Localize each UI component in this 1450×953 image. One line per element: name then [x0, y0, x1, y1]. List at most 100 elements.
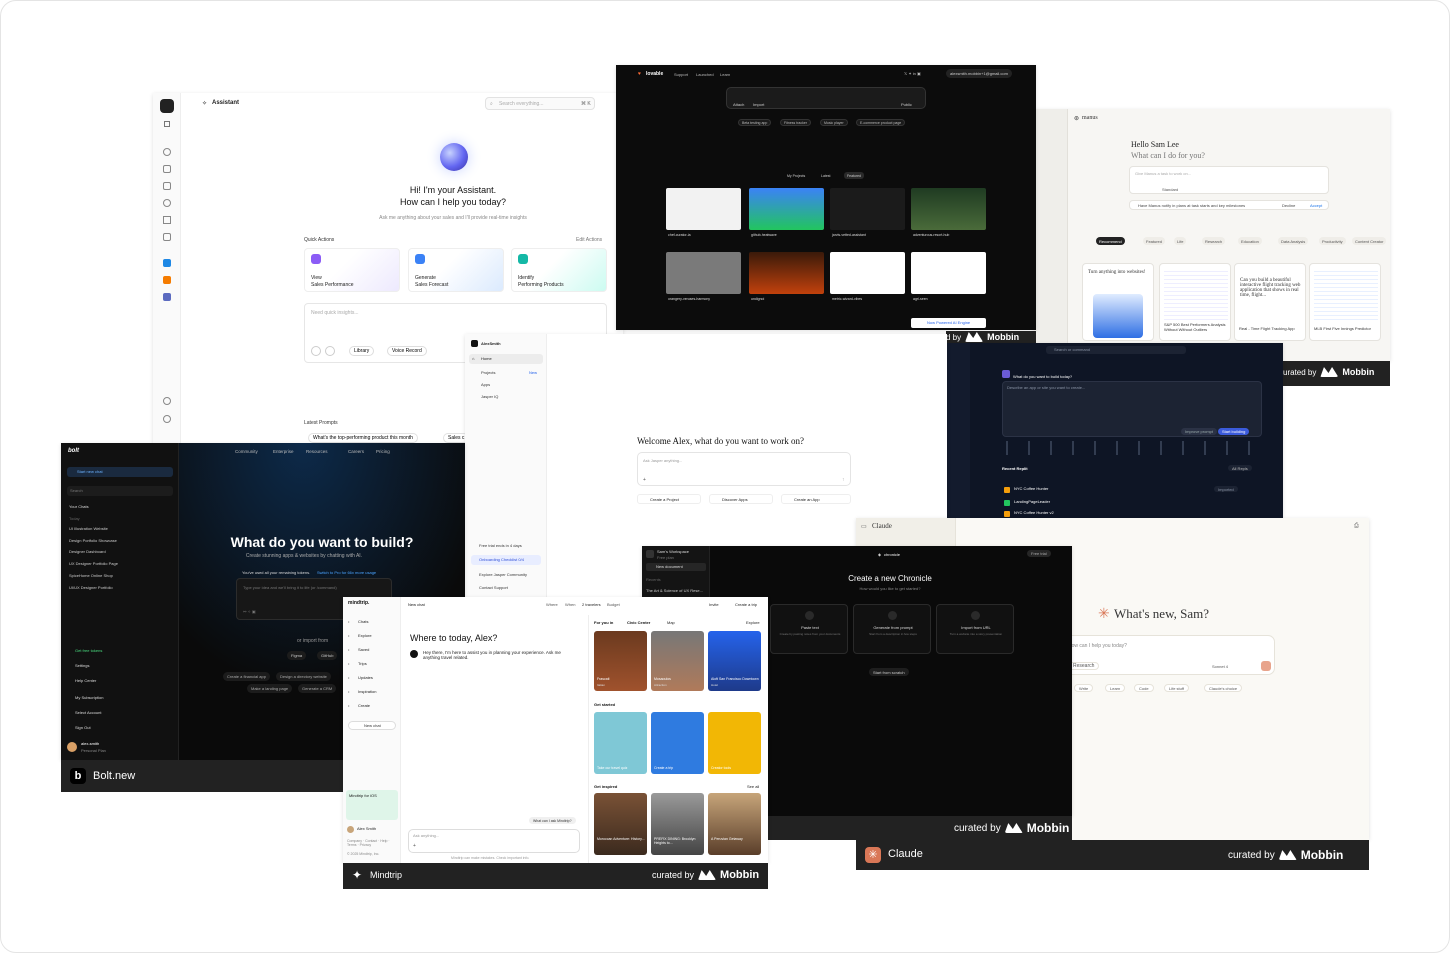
start-new-chat-button[interactable]: Start new chat: [67, 467, 173, 477]
when-filter[interactable]: When: [565, 602, 575, 607]
nav-icon[interactable]: [163, 148, 171, 156]
budget-filter[interactable]: Budget: [607, 602, 620, 607]
nav-item[interactable]: Updates: [358, 675, 373, 680]
start-from-scratch-button[interactable]: Start from scratch: [869, 668, 909, 676]
avatar[interactable]: [347, 826, 354, 833]
quick-action-card[interactable]: Generate Sales Forecast: [408, 248, 504, 292]
top-nav-link[interactable]: Community: [235, 449, 258, 454]
project-tab[interactable]: My Projects: [784, 172, 808, 179]
suggestion-chip[interactable]: E-commerce product page: [856, 119, 906, 126]
nav-icon[interactable]: [163, 216, 171, 224]
discover-apps-button[interactable]: Discover Apps: [709, 494, 773, 504]
inspiration-card[interactable]: Moroccan Adventure: History...: [594, 793, 647, 855]
workspace-name[interactable]: Sam's Workspace: [657, 549, 689, 554]
github-import-button[interactable]: GitHub: [317, 651, 338, 660]
free-trial-badge[interactable]: Free trial: [1027, 550, 1051, 557]
globe-icon[interactable]: [325, 346, 335, 356]
public-toggle[interactable]: Public: [901, 102, 912, 107]
repl-item[interactable]: LandingPageLeader: [1002, 498, 1262, 508]
accept-button[interactable]: Accept: [1310, 203, 1322, 208]
project-card[interactable]: jarvis-vetted-assistant: [830, 188, 905, 244]
research-button[interactable]: Research: [1068, 662, 1100, 670]
add-icon[interactable]: +: [413, 843, 416, 849]
app-shortcut-icon[interactable]: [163, 293, 171, 301]
category-tab[interactable]: Featured: [1143, 237, 1166, 245]
attach-button[interactable]: Attach: [733, 102, 744, 107]
figma-import-button[interactable]: Figma: [287, 651, 307, 660]
upgrade-link[interactable]: Switch to Pro for 66x more usage: [317, 570, 376, 575]
nav-item[interactable]: Trips: [358, 661, 367, 666]
project-card[interactable]: adventurous-resort-hub: [911, 188, 986, 244]
sidebar-toggle-icon[interactable]: ▭: [861, 523, 867, 530]
nav-icon[interactable]: [163, 165, 171, 173]
start-building-button[interactable]: Start building: [1218, 428, 1250, 435]
create-app-button[interactable]: Create an App: [781, 494, 851, 504]
nav-item[interactable]: Saved: [358, 647, 369, 652]
suggestion-chip[interactable]: Learn: [1105, 684, 1126, 692]
nav-icon[interactable]: •: [348, 675, 349, 680]
improve-prompt-button[interactable]: Improve prompt: [1181, 428, 1218, 435]
bolt-search[interactable]: Search: [67, 486, 173, 496]
new-document-button[interactable]: New document: [646, 563, 706, 571]
app-shortcut-icon[interactable]: [163, 276, 171, 284]
nav-item[interactable]: Explore: [358, 633, 372, 638]
nav-support[interactable]: Support: [674, 72, 688, 77]
social-icons[interactable]: 𝕏 ✦ in ▣: [904, 71, 921, 76]
category-tab[interactable]: Productivity: [1319, 237, 1346, 245]
manus-usecase-card[interactable]: Can you build a beautiful interactive fl…: [1234, 263, 1306, 341]
map-button[interactable]: Map: [667, 620, 675, 625]
collapse-icon[interactable]: [164, 121, 170, 127]
send-button[interactable]: [1261, 661, 1271, 671]
edit-actions-link[interactable]: Edit Actions: [576, 237, 602, 243]
standard-selector[interactable]: Standard: [1162, 187, 1178, 192]
latest-prompt-chip[interactable]: What's the top-performing product this m…: [308, 433, 418, 443]
nav-icon[interactable]: •: [348, 647, 349, 652]
chat-history-item[interactable]: UI/UX Designer Portfolio: [69, 585, 113, 590]
project-tab[interactable]: Featured: [844, 172, 865, 179]
top-nav-link[interactable]: Pricing: [376, 449, 390, 454]
chat-history-item[interactable]: UX Designer Portfolio Page: [69, 561, 118, 566]
suggestion-chip[interactable]: Design a directory website: [276, 672, 331, 681]
suggestion-chip[interactable]: Fitness tracker: [780, 119, 811, 126]
inspiration-card[interactable]: A Peruvian Getaway: [708, 793, 761, 855]
repl-item[interactable]: NYC Coffee Hunter Imported: [1002, 485, 1262, 495]
account-menu-item[interactable]: Settings: [75, 663, 89, 668]
nav-item[interactable]: Create: [358, 703, 370, 708]
add-icon[interactable]: [311, 346, 321, 356]
account-menu-item[interactable]: Get free tokens: [75, 648, 102, 653]
category-tab[interactable]: Research: [1202, 237, 1226, 245]
footer-links[interactable]: Company · Contact · Help · Terms · Priva…: [347, 839, 397, 847]
top-nav-link[interactable]: Enterprise: [273, 449, 294, 454]
what-can-ask-chip[interactable]: What can I ask Mindtrip?: [529, 817, 576, 824]
tool-icons[interactable]: ⚯ ✧ ▣: [243, 609, 256, 614]
lovable-prompt-box[interactable]: Attach Import Public: [726, 87, 926, 109]
project-card[interactable]: chef-curator-ia: [666, 188, 741, 244]
chat-history-item[interactable]: Designer Dashboard: [69, 549, 106, 554]
voice-record-button[interactable]: Voice Record: [387, 346, 427, 356]
explore-community-link[interactable]: Explore Jasper Community: [479, 572, 527, 577]
category-tab[interactable]: Life: [1174, 237, 1187, 245]
ios-promo-card[interactable]: Mindtrip for iOS: [346, 790, 398, 820]
repl-item[interactable]: NYC Coffee Hunter v2: [1002, 510, 1262, 518]
suggestion-chip[interactable]: Write: [1074, 684, 1094, 692]
create-trip-button[interactable]: Create a trip: [735, 602, 757, 607]
create-project-button[interactable]: Create a Project: [637, 494, 701, 504]
top-nav-link[interactable]: Resources: [306, 449, 328, 454]
project-card[interactable]: github-heatwave: [749, 188, 824, 244]
suggestion-chip[interactable]: Life stuff: [1164, 684, 1190, 692]
place-card[interactable]: Frascati Italian: [594, 631, 647, 691]
import-button[interactable]: Import: [753, 102, 764, 107]
nav-icon[interactable]: [163, 233, 171, 241]
place-card[interactable]: Aloft San Francisco Downtown Hotel: [708, 631, 761, 691]
see-all-link[interactable]: See all: [747, 784, 759, 789]
all-repls-filter[interactable]: All Repls: [1228, 465, 1252, 471]
ask-input[interactable]: Ask anything... +: [408, 829, 580, 853]
create-option-card[interactable]: Generate from prompt Start from a descrip…: [853, 604, 931, 654]
account-menu-item[interactable]: Help Center: [75, 678, 96, 683]
account-menu-item[interactable]: My Subscription: [75, 695, 103, 700]
suggestion-chip[interactable]: Create a financial app: [223, 672, 270, 681]
create-option-card[interactable]: Import from URL Turn a website into a sto…: [936, 604, 1014, 654]
nav-icon[interactable]: [163, 182, 171, 190]
chat-history-item[interactable]: Design Portfolio Showcase: [69, 538, 117, 543]
avatar[interactable]: [67, 742, 77, 752]
